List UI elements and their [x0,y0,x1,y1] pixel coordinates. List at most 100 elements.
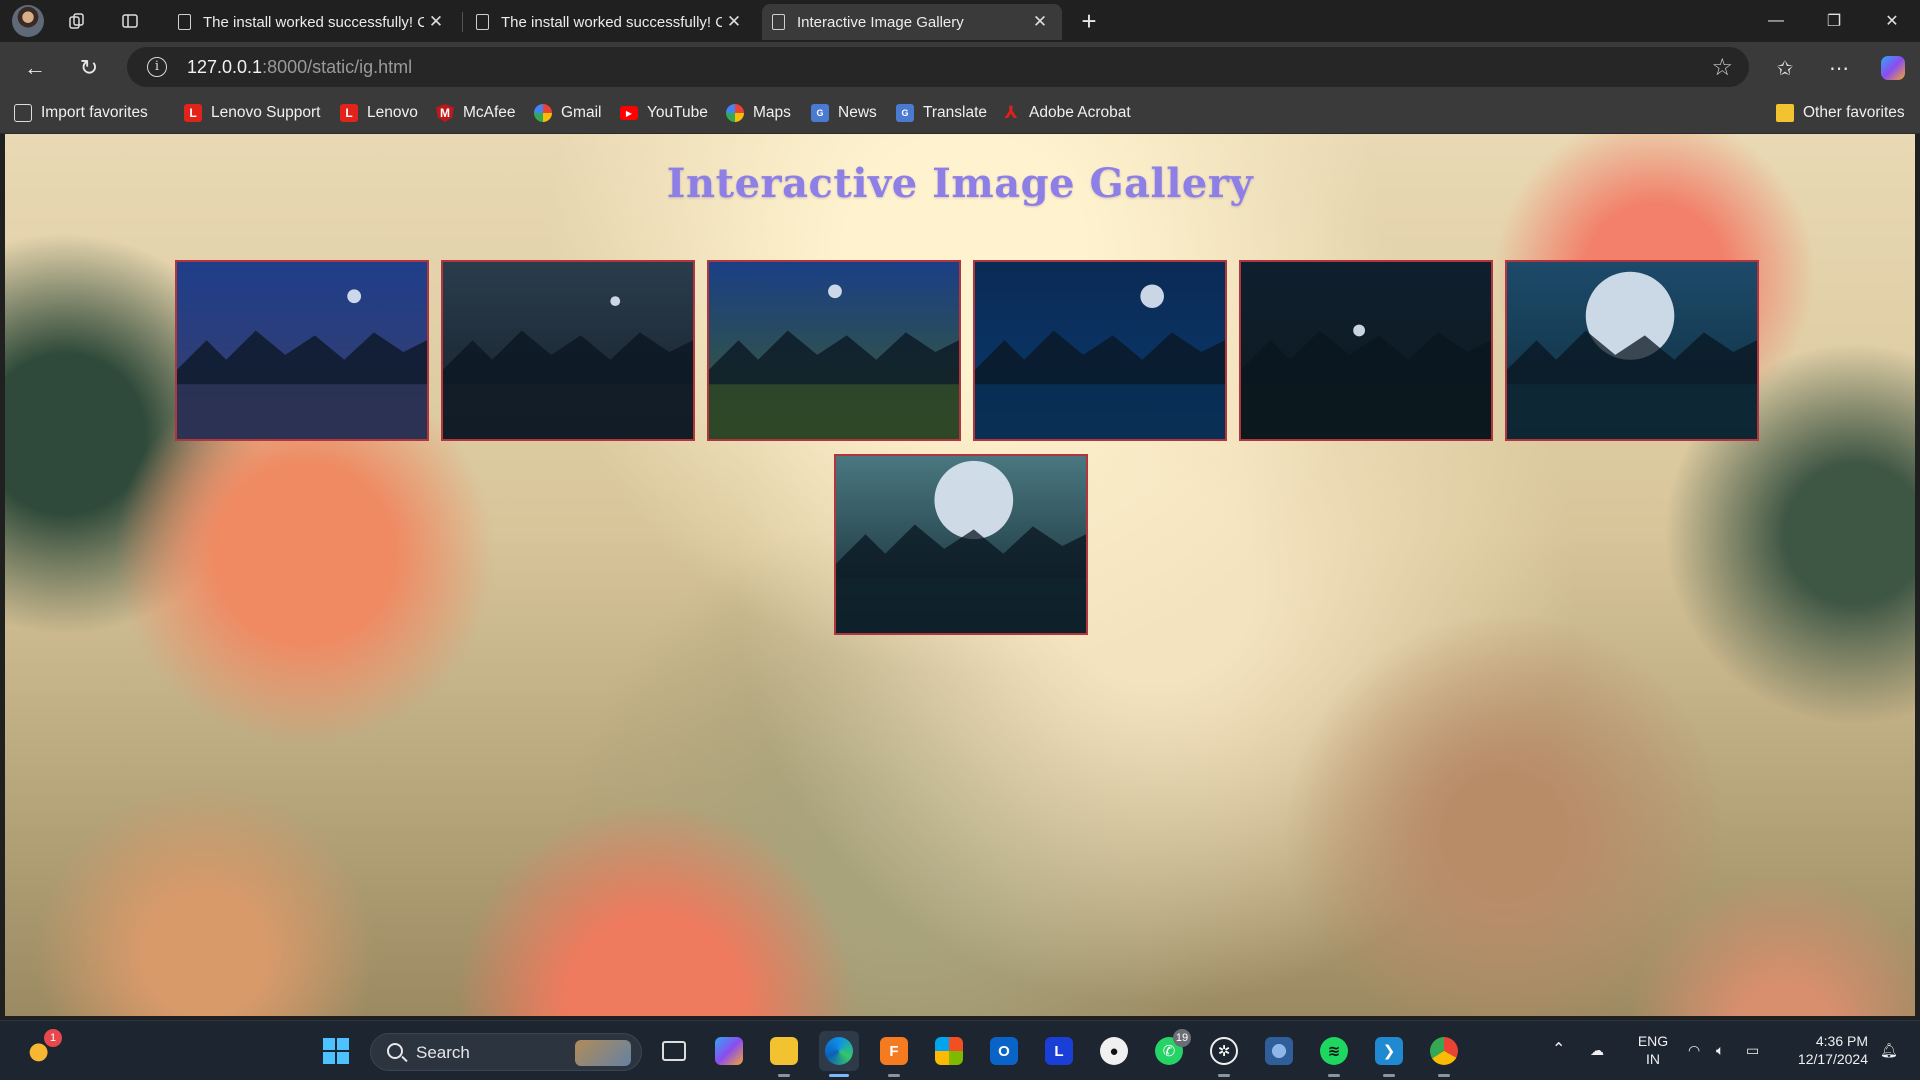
gallery-image-snow-mountain-moon[interactable] [973,260,1227,441]
more-menu-icon[interactable]: ⋯ [1822,51,1856,85]
favorites-icon[interactable]: ✩ [1768,51,1802,85]
tab-strip: The install worked successfully! Co ✕ Th… [0,0,1920,42]
page-icon [772,14,785,30]
store-app[interactable] [929,1031,969,1071]
start-button[interactable] [316,1031,356,1071]
minimize-icon[interactable]: — [1748,0,1804,42]
notification-badge: 1 [44,1029,62,1047]
clock[interactable]: 4:36 PM 12/17/2024 [1784,1032,1868,1068]
region-code: IN [1646,1051,1660,1067]
search-highlight-image [575,1040,631,1066]
refresh-icon[interactable]: ↻ [72,51,106,85]
notifications-bell-icon[interactable]: 🔔︎ [1880,1041,1898,1059]
tab-install-2[interactable]: The install worked successfully! Co ✕ [466,4,756,40]
fav-mcafee[interactable]: M McAfee [436,101,516,125]
copilot-app[interactable] [709,1031,749,1071]
fav-gmail[interactable]: Gmail [534,101,601,125]
favorites-bar: Import favorites L Lenovo Support L Leno… [0,92,1920,134]
folder-icon [1776,104,1794,122]
tab-title: The install worked successfully! Co [501,13,722,31]
chrome-app[interactable] [1424,1031,1464,1077]
gallery-image-lake-reflection-night[interactable] [441,260,695,441]
restore-icon[interactable]: ❐ [1806,0,1862,42]
workspaces-icon[interactable] [62,6,92,36]
outlook-app[interactable]: O [984,1031,1024,1071]
profile-avatar[interactable] [12,5,44,37]
fav-label: YouTube [647,104,708,121]
site-info-icon[interactable]: i [147,57,167,77]
close-tab-icon[interactable]: ✕ [722,12,746,32]
close-window-icon[interactable]: ✕ [1864,0,1920,42]
taskbar: 1 Search F O L ● ✆ 19 ✲ ≋ ❯ ⌃ ☁ ENG IN ◠ … [0,1020,1920,1080]
fav-label: Lenovo Support [211,104,321,121]
url-text[interactable]: 127.0.0.1:8000/static/ig.html [187,57,412,78]
fav-adobe-acrobat[interactable]: ⅄ Adobe Acrobat [1002,101,1131,125]
file-explorer-app[interactable] [764,1031,804,1077]
clock-time: 4:36 PM [1815,1033,1868,1049]
spotify-app[interactable]: ≋ [1314,1031,1354,1077]
outlook-icon: O [990,1037,1018,1065]
fav-import-favorites[interactable]: Import favorites [14,101,148,125]
fav-news[interactable]: G News [811,101,877,125]
onedrive-icon[interactable]: ☁ [1590,1041,1604,1059]
import-icon [14,104,32,122]
news-icon: G [811,104,829,122]
show-hidden-icons[interactable]: ⌃ [1552,1041,1565,1059]
gallery-image-forest-full-moon[interactable] [834,454,1088,635]
copilot-icon[interactable] [1876,51,1910,85]
fav-lenovo-support[interactable]: L Lenovo Support [184,101,320,125]
language-indicator[interactable]: ENG IN [1636,1032,1670,1068]
fav-youtube[interactable]: ▶ YouTube [620,101,708,125]
lenovo-vantage-app[interactable]: L [1039,1031,1079,1071]
fav-other-favorites[interactable]: Other favorites [1776,101,1905,125]
edge-icon [825,1037,853,1065]
tab-separator [462,12,463,32]
vertical-tabs-icon[interactable] [115,6,145,36]
notification-badge: 19 [1173,1029,1191,1047]
lenovo-icon: L [184,104,202,122]
fav-lenovo[interactable]: L Lenovo [340,101,418,125]
fav-label: News [838,104,877,121]
google-icon [534,104,552,122]
chatgpt-app[interactable]: ✲ [1204,1031,1244,1077]
close-tab-icon[interactable]: ✕ [1028,12,1052,32]
language-code: ENG [1637,1033,1669,1049]
gallery-image-big-moon-trees[interactable] [1505,260,1759,441]
task-view-button[interactable] [654,1031,694,1071]
weather-widget[interactable]: 1 [20,1029,62,1071]
favorite-star-icon[interactable]: ☆ [1711,53,1733,82]
gallery-image-forest-night-moon[interactable] [175,260,429,441]
tab-title: Interactive Image Gallery [797,13,964,31]
gallery-image-lake-pier-moon[interactable] [707,260,961,441]
vscode-app[interactable]: ❯ [1369,1031,1409,1077]
vscode-icon: ❯ [1375,1037,1403,1065]
gallery-image-dark-forest-moon[interactable] [1239,260,1493,441]
fl-studio-app[interactable]: F [874,1031,914,1077]
back-arrow-icon[interactable]: ← [18,51,52,85]
spotify-icon: ≋ [1320,1037,1348,1065]
github-app[interactable]: ● [1094,1031,1134,1071]
page-viewport: Interactive Image Gallery [5,134,1915,1016]
search-label: Search [416,1043,470,1062]
taskbar-search[interactable]: Search [370,1033,642,1071]
fav-maps[interactable]: Maps [726,101,791,125]
google-icon [726,104,744,122]
network-app[interactable] [1259,1031,1299,1071]
address-bar[interactable]: i 127.0.0.1:8000/static/ig.html ☆ [127,47,1749,87]
wifi-icon[interactable]: ◠ [1688,1041,1700,1059]
edge-app[interactable] [819,1031,859,1077]
new-tab-button[interactable]: + [1074,6,1104,36]
battery-icon[interactable]: ▭ [1746,1041,1759,1059]
fav-label: Import favorites [41,104,148,121]
whatsapp-app[interactable]: ✆ 19 [1149,1029,1191,1071]
volume-icon[interactable]: 🔈︎ [1716,1041,1724,1059]
tab-gallery[interactable]: Interactive Image Gallery ✕ [762,4,1062,40]
page-icon [476,14,489,30]
tab-install-1[interactable]: The install worked successfully! Co ✕ [168,4,458,40]
page-title: Interactive Image Gallery [666,160,1254,207]
close-tab-icon[interactable]: ✕ [424,12,448,32]
fav-label: Other favorites [1803,104,1905,121]
acrobat-icon: ⅄ [1004,103,1018,122]
url-host: 127.0.0.1 [187,57,263,77]
fav-translate[interactable]: G Translate [896,101,987,125]
